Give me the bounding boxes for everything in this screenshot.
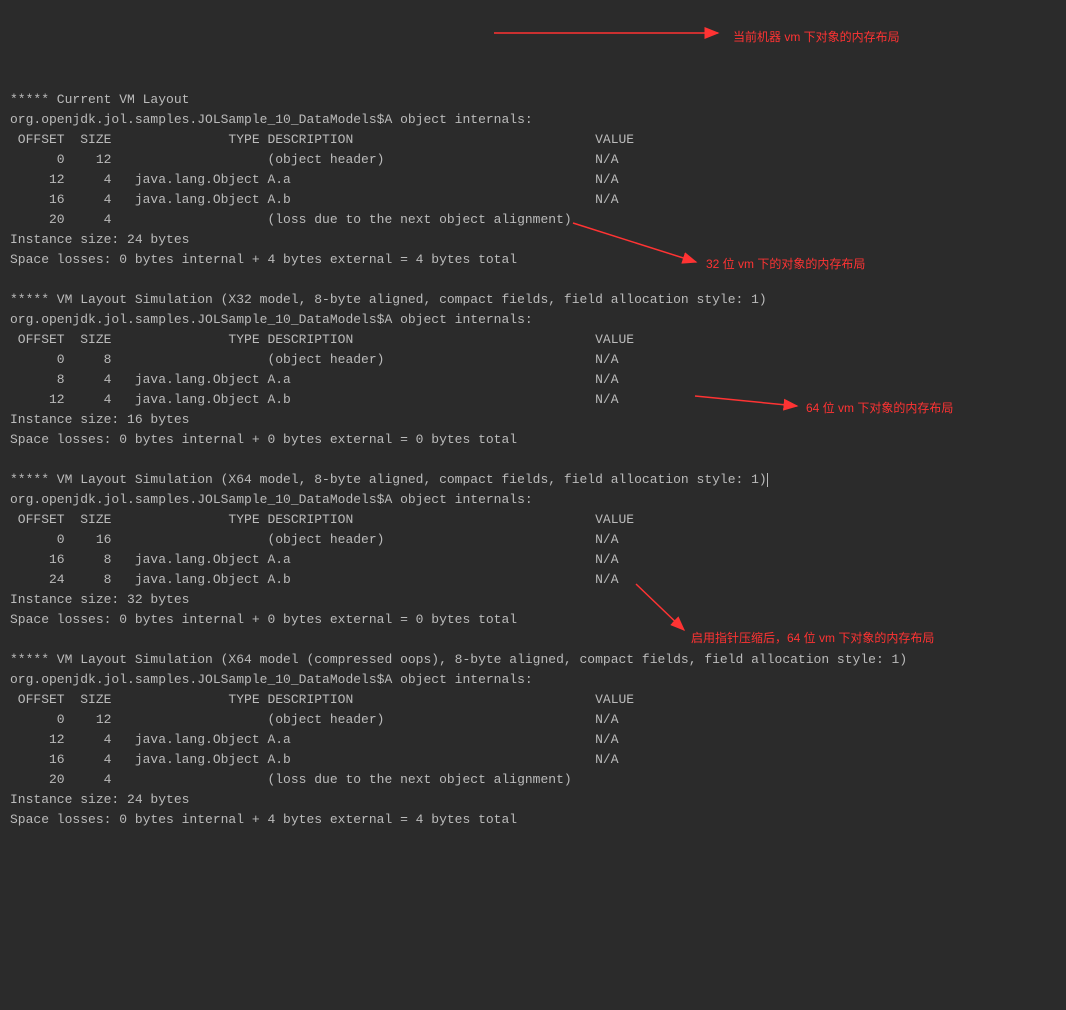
blank-line [10, 450, 1056, 470]
blank-line [10, 270, 1056, 290]
instance-size: Instance size: 32 bytes [10, 590, 1056, 610]
space-losses: Space losses: 0 bytes internal + 0 bytes… [10, 610, 1056, 630]
instance-size: Instance size: 24 bytes [10, 790, 1056, 810]
data-row: 8 4 java.lang.Object A.a N/A [10, 370, 1056, 390]
class-info: org.openjdk.jol.samples.JOLSample_10_Dat… [10, 310, 1056, 330]
section-header: ***** VM Layout Simulation (X32 model, 8… [10, 290, 1056, 310]
data-row: 16 4 java.lang.Object A.b N/A [10, 750, 1056, 770]
annotation-label: 64 位 vm 下对象的内存布局 [806, 398, 953, 418]
class-info: org.openjdk.jol.samples.JOLSample_10_Dat… [10, 490, 1056, 510]
section-header: ***** Current VM Layout [10, 90, 1056, 110]
column-header: OFFSET SIZE TYPE DESCRIPTION VALUE [10, 510, 1056, 530]
column-header: OFFSET SIZE TYPE DESCRIPTION VALUE [10, 130, 1056, 150]
class-info: org.openjdk.jol.samples.JOLSample_10_Dat… [10, 670, 1056, 690]
space-losses: Space losses: 0 bytes internal + 0 bytes… [10, 430, 1056, 450]
data-row: 0 12 (object header) N/A [10, 710, 1056, 730]
data-row: 0 12 (object header) N/A [10, 150, 1056, 170]
data-row: 20 4 (loss due to the next object alignm… [10, 770, 1056, 790]
data-row: 16 8 java.lang.Object A.a N/A [10, 550, 1056, 570]
class-info: org.openjdk.jol.samples.JOLSample_10_Dat… [10, 110, 1056, 130]
data-row: 12 4 java.lang.Object A.a N/A [10, 170, 1056, 190]
section-header: ***** VM Layout Simulation (X64 model, 8… [10, 470, 1056, 490]
section-header: ***** VM Layout Simulation (X64 model (c… [10, 650, 1056, 670]
annotation-label: 当前机器 vm 下对象的内存布局 [733, 27, 900, 47]
annotation-label: 启用指针压缩后，64 位 vm 下对象的内存布局 [691, 628, 934, 648]
annotation-label: 32 位 vm 下的对象的内存布局 [706, 254, 865, 274]
data-row: 0 8 (object header) N/A [10, 350, 1056, 370]
column-header: OFFSET SIZE TYPE DESCRIPTION VALUE [10, 330, 1056, 350]
column-header: OFFSET SIZE TYPE DESCRIPTION VALUE [10, 690, 1056, 710]
space-losses: Space losses: 0 bytes internal + 4 bytes… [10, 810, 1056, 830]
data-row: 0 16 (object header) N/A [10, 530, 1056, 550]
data-row: 24 8 java.lang.Object A.b N/A [10, 570, 1056, 590]
space-losses: Space losses: 0 bytes internal + 4 bytes… [10, 250, 1056, 270]
data-row: 16 4 java.lang.Object A.b N/A [10, 190, 1056, 210]
data-row: 20 4 (loss due to the next object alignm… [10, 210, 1056, 230]
terminal-output: ***** Current VM Layoutorg.openjdk.jol.s… [10, 90, 1056, 830]
data-row: 12 4 java.lang.Object A.a N/A [10, 730, 1056, 750]
instance-size: Instance size: 24 bytes [10, 230, 1056, 250]
